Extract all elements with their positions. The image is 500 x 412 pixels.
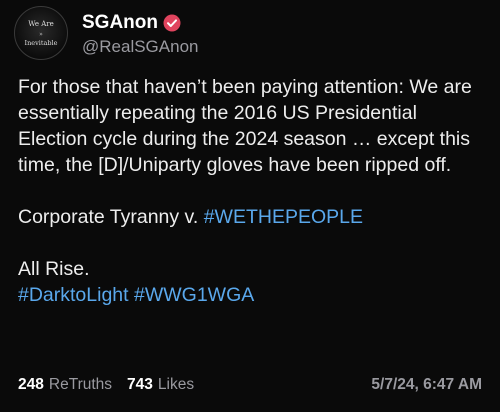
likes-stat[interactable]: 743 Likes bbox=[127, 376, 194, 394]
hashtag-link-wwg1wga[interactable]: #WWG1WGA bbox=[134, 284, 254, 306]
retruths-label: ReTruths bbox=[48, 376, 113, 393]
post-paragraph-3: All Rise. bbox=[18, 258, 90, 280]
display-name[interactable]: SGAnon bbox=[82, 12, 158, 34]
post-hashtags: #DarktoLight #WWG1WGA bbox=[18, 282, 486, 308]
hashtag-link-darktolight[interactable]: #DarktoLight bbox=[18, 284, 129, 306]
post-body: For those that haven’t been paying atten… bbox=[18, 74, 486, 308]
verified-badge-icon bbox=[163, 14, 181, 32]
likes-count: 743 bbox=[127, 376, 153, 393]
avatar-image: We Are » Inevitable bbox=[25, 20, 58, 47]
hashtag-link-wethepeople[interactable]: #WETHEPEOPLE bbox=[204, 206, 363, 228]
post-paragraph-2: Corporate Tyranny v. #WETHEPEOPLE bbox=[18, 204, 486, 230]
post-timestamp[interactable]: 5/7/24, 6:47 AM bbox=[371, 376, 482, 394]
avatar-text-top: We Are bbox=[28, 20, 54, 28]
post-header: We Are » Inevitable SGAnon @RealSGAnon bbox=[14, 6, 199, 60]
user-handle[interactable]: @RealSGAnon bbox=[82, 37, 199, 57]
avatar[interactable]: We Are » Inevitable bbox=[14, 6, 68, 60]
avatar-text-bottom: Inevitable bbox=[25, 39, 58, 47]
truth-post: We Are » Inevitable SGAnon @RealSGAnon F… bbox=[0, 0, 500, 412]
post-paragraph-2-text: Corporate Tyranny v. bbox=[18, 206, 204, 228]
retruths-count: 248 bbox=[18, 376, 44, 393]
name-row: SGAnon bbox=[82, 10, 199, 36]
post-footer: 248 ReTruths 743 Likes 5/7/24, 6:47 AM bbox=[18, 376, 482, 394]
avatar-text-mid: » bbox=[39, 31, 43, 38]
post-paragraph-1: For those that haven’t been paying atten… bbox=[18, 76, 472, 176]
retruths-stat[interactable]: 248 ReTruths bbox=[18, 376, 112, 394]
likes-label: Likes bbox=[157, 376, 195, 393]
author-info: SGAnon @RealSGAnon bbox=[82, 10, 199, 57]
